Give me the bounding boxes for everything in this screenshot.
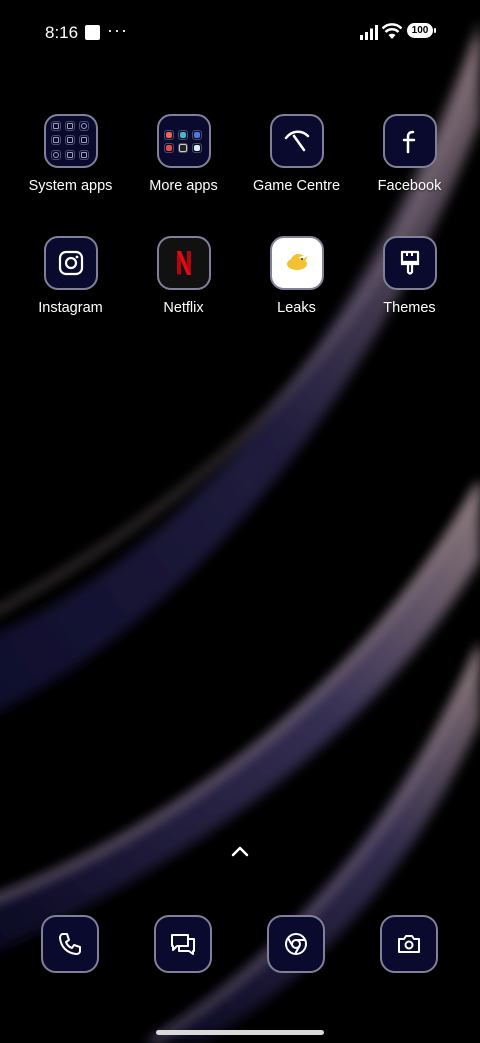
dock-chrome[interactable]	[267, 915, 325, 973]
status-time: 8:16	[45, 23, 79, 42]
app-game-centre[interactable]: Game Centre	[240, 114, 353, 194]
messages-icon	[154, 915, 212, 973]
app-label: Facebook	[377, 178, 442, 194]
more-notifications-icon: ···	[107, 20, 128, 40]
app-drawer-arrow-icon[interactable]	[229, 843, 251, 859]
leaks-bird-icon	[269, 236, 324, 290]
app-label: More apps	[149, 178, 218, 194]
paintbrush-icon	[382, 236, 437, 290]
facebook-icon	[382, 114, 437, 168]
wifi-icon	[382, 23, 402, 39]
app-label: System apps	[28, 178, 113, 194]
app-instagram[interactable]: Instagram	[14, 236, 127, 316]
app-netflix[interactable]: Netflix	[127, 236, 240, 316]
game-centre-icon	[269, 114, 324, 168]
app-themes[interactable]: Themes	[353, 236, 466, 316]
app-label: Themes	[383, 300, 436, 316]
notification-icon	[85, 25, 100, 40]
status-bar: 8:16 ··· 100	[0, 0, 480, 64]
app-leaks[interactable]: Leaks	[240, 236, 353, 316]
folder-icon	[156, 114, 211, 168]
dock-messages[interactable]	[154, 915, 212, 973]
netflix-icon	[156, 236, 211, 290]
signal-icon	[360, 25, 378, 40]
home-indicator[interactable]	[156, 1030, 324, 1035]
camera-icon	[380, 915, 438, 973]
app-label: Netflix	[163, 300, 204, 316]
app-facebook[interactable]: Facebook	[353, 114, 466, 194]
app-system-apps[interactable]: System apps	[14, 114, 127, 194]
app-label: Leaks	[277, 300, 316, 316]
app-more-apps[interactable]: More apps	[127, 114, 240, 194]
chrome-icon	[267, 915, 325, 973]
battery-icon: 100	[407, 23, 436, 40]
dock-camera[interactable]	[380, 915, 438, 973]
phone-icon	[41, 915, 99, 973]
battery-level: 100	[407, 23, 433, 38]
folder-icon	[43, 114, 98, 168]
app-label: Game Centre	[252, 178, 341, 194]
app-label: Instagram	[38, 300, 103, 316]
instagram-icon	[43, 236, 98, 290]
dock-phone[interactable]	[41, 915, 99, 973]
